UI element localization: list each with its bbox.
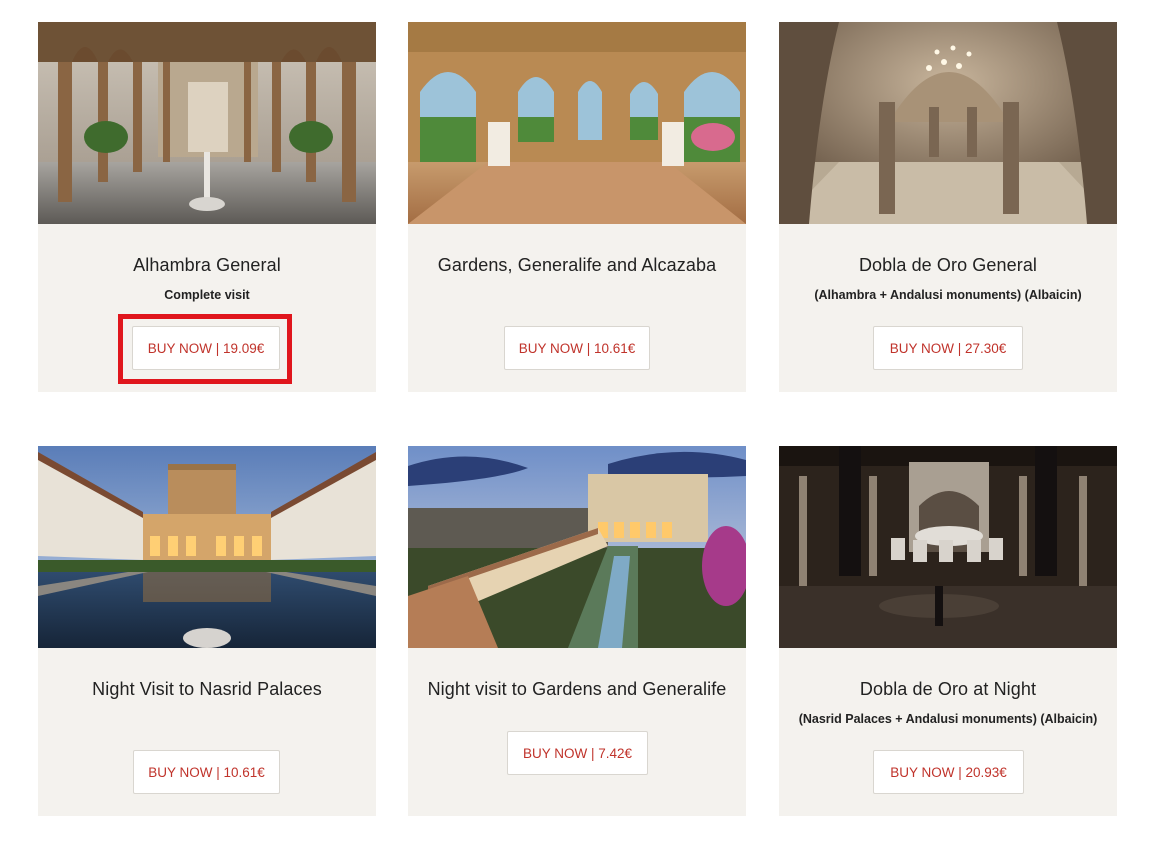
tour-card-body: Night Visit to Nasrid Palaces BUY NOW | … <box>38 648 376 816</box>
tour-title: Alhambra General <box>133 255 281 275</box>
reflecting-pool-photo[interactable] <box>38 446 376 648</box>
tour-card-night-gardens-generalife: Night visit to Gardens and Generalife BU… <box>408 446 746 816</box>
tour-title: Dobla de Oro General <box>858 255 1038 275</box>
tour-title: Gardens, Generalife and Alcazaba <box>437 255 717 275</box>
lions-courtyard-photo[interactable] <box>779 446 1117 648</box>
tour-title: Night visit to Gardens and Generalife <box>427 679 727 699</box>
tour-subtitle: Complete visit <box>164 288 250 302</box>
tour-subtitle: (Alhambra + Andalusi monuments) (Albaici… <box>814 288 1082 302</box>
courtyard-arcade-photo[interactable] <box>38 22 376 224</box>
tour-card-body: Gardens, Generalife and Alcazaba BUY NOW… <box>408 224 746 392</box>
tour-card-body: Night visit to Gardens and Generalife BU… <box>408 648 746 816</box>
buy-now-button[interactable]: BUY NOW | 20.93€ <box>873 750 1024 794</box>
tour-title: Night Visit to Nasrid Palaces <box>92 679 322 699</box>
generalife-gardens-photo[interactable] <box>408 446 746 648</box>
buy-now-button[interactable]: BUY NOW | 10.61€ <box>504 326 650 370</box>
buy-now-button[interactable]: BUY NOW | 10.61€ <box>133 750 280 794</box>
tour-title: Dobla de Oro at Night <box>859 679 1037 699</box>
buy-now-button[interactable]: BUY NOW | 7.42€ <box>507 731 648 775</box>
buy-now-button[interactable]: BUY NOW | 27.30€ <box>873 326 1023 370</box>
tour-card-dobla-de-oro-general: Dobla de Oro General (Alhambra + Andalus… <box>779 22 1117 392</box>
tour-card-night-nasrid-palaces: Night Visit to Nasrid Palaces BUY NOW | … <box>38 446 376 816</box>
tour-grid: Alhambra General Complete visit BUY NOW … <box>0 0 1156 843</box>
arched-pavilion-photo[interactable] <box>408 22 746 224</box>
tour-card-gardens-generalife-alcazaba: Gardens, Generalife and Alcazaba BUY NOW… <box>408 22 746 392</box>
highlight-box <box>118 314 292 384</box>
tour-card-dobla-de-oro-night: Dobla de Oro at Night (Nasrid Palaces + … <box>779 446 1117 816</box>
tour-subtitle: (Nasrid Palaces + Andalusi monuments) (A… <box>798 712 1098 726</box>
tour-card-body: Dobla de Oro General (Alhambra + Andalus… <box>779 224 1117 392</box>
tour-card-body: Dobla de Oro at Night (Nasrid Palaces + … <box>779 648 1117 816</box>
arab-baths-photo[interactable] <box>779 22 1117 224</box>
